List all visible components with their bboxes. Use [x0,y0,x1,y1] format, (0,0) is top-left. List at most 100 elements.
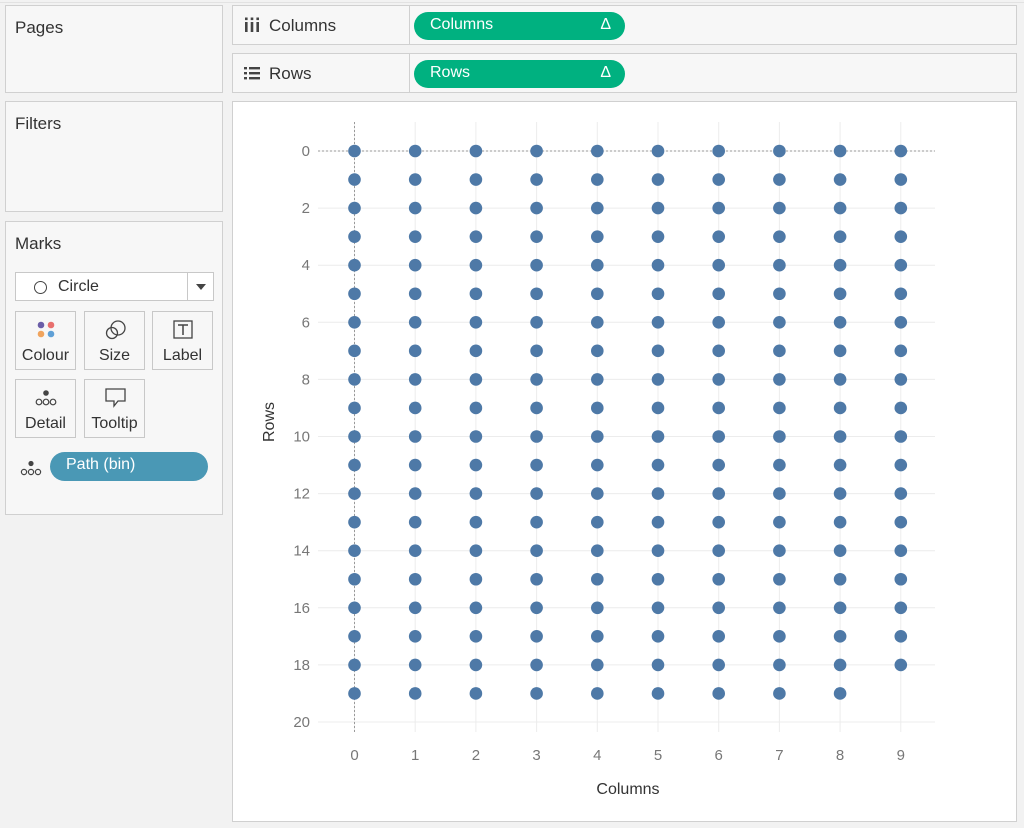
data-point[interactable] [651,344,665,358]
data-point[interactable] [833,373,847,386]
colour-button[interactable]: Colour [15,311,76,370]
data-point[interactable] [469,515,483,529]
data-point[interactable] [712,258,725,272]
data-point[interactable] [348,344,361,358]
data-point[interactable] [591,230,604,243]
data-point[interactable] [833,658,847,672]
data-point[interactable] [773,487,786,500]
data-point[interactable] [894,401,908,415]
data-point[interactable] [651,316,665,329]
data-point[interactable] [894,373,908,386]
data-point[interactable] [712,201,725,215]
data-point[interactable] [591,201,604,215]
data-point[interactable] [651,658,665,672]
data-point[interactable] [348,144,361,158]
data-point[interactable] [408,401,422,415]
data-point[interactable] [348,515,361,529]
data-point[interactable] [469,572,483,586]
label-button[interactable]: Label [152,311,213,370]
data-point[interactable] [773,430,786,443]
data-point[interactable] [651,230,665,243]
data-point[interactable] [894,258,908,272]
data-point[interactable] [894,144,908,158]
data-point[interactable] [530,487,543,500]
data-point[interactable] [530,430,543,443]
data-point[interactable] [894,173,908,186]
data-point[interactable] [773,230,786,243]
data-point[interactable] [773,630,786,643]
data-point[interactable] [408,258,422,272]
data-point[interactable] [833,173,847,186]
data-point[interactable] [773,201,786,215]
data-point[interactable] [894,544,908,557]
pages-card[interactable]: Pages [5,5,223,93]
data-point[interactable] [530,658,543,672]
data-point[interactable] [651,544,665,557]
data-point[interactable] [469,373,483,386]
data-point[interactable] [773,601,786,615]
data-point[interactable] [773,458,786,472]
detail-pill-path-bin[interactable]: Path (bin) [50,452,208,481]
data-point[interactable] [469,230,483,243]
data-point[interactable] [651,430,665,443]
data-point[interactable] [469,630,483,643]
data-point[interactable] [833,430,847,443]
data-point[interactable] [591,630,604,643]
data-point[interactable] [712,601,725,615]
data-point[interactable] [591,687,604,700]
data-point[interactable] [469,173,483,186]
data-point[interactable] [712,658,725,672]
data-point[interactable] [591,258,604,272]
data-point[interactable] [651,258,665,272]
data-point[interactable] [894,487,908,500]
data-point[interactable] [591,430,604,443]
visualization-pane[interactable]: 0123456789 0 2 4 6 8 10 12 14 16 18 20 Columns Row… [232,101,1017,822]
data-point[interactable] [651,515,665,529]
data-point[interactable] [408,144,422,158]
data-point[interactable] [348,544,361,557]
data-point[interactable] [469,687,483,700]
data-point[interactable] [408,687,422,700]
data-point[interactable] [530,201,543,215]
data-point[interactable] [408,344,422,358]
data-point[interactable] [712,572,725,586]
data-point[interactable] [591,287,604,301]
data-point[interactable] [408,601,422,615]
data-point[interactable] [651,572,665,586]
data-point[interactable] [773,373,786,386]
data-point[interactable] [591,601,604,615]
data-point[interactable] [651,287,665,301]
data-point[interactable] [833,201,847,215]
data-point[interactable] [591,487,604,500]
data-point[interactable] [530,601,543,615]
data-point[interactable] [530,401,543,415]
data-point[interactable] [348,487,361,500]
data-point[interactable] [469,601,483,615]
data-point[interactable] [348,572,361,586]
data-point[interactable] [530,572,543,586]
columns-shelf[interactable]: Columns Columns Δ [232,5,1017,45]
data-point[interactable] [348,173,361,186]
data-point[interactable] [530,258,543,272]
data-point[interactable] [651,144,665,158]
data-point[interactable] [408,544,422,557]
data-point[interactable] [530,287,543,301]
data-point[interactable] [591,658,604,672]
data-point[interactable] [591,344,604,358]
data-point[interactable] [712,458,725,472]
data-point[interactable] [894,344,908,358]
detail-button[interactable]: Detail [15,379,76,438]
data-point[interactable] [469,201,483,215]
data-point[interactable] [773,658,786,672]
data-point[interactable] [773,515,786,529]
data-point[interactable] [894,458,908,472]
data-point[interactable] [530,373,543,386]
data-point[interactable] [591,173,604,186]
data-point[interactable] [833,487,847,500]
data-point[interactable] [348,430,361,443]
data-point[interactable] [651,458,665,472]
data-point[interactable] [833,230,847,243]
data-point[interactable] [773,544,786,557]
data-point[interactable] [591,373,604,386]
columns-pill[interactable]: Columns Δ [414,12,625,40]
